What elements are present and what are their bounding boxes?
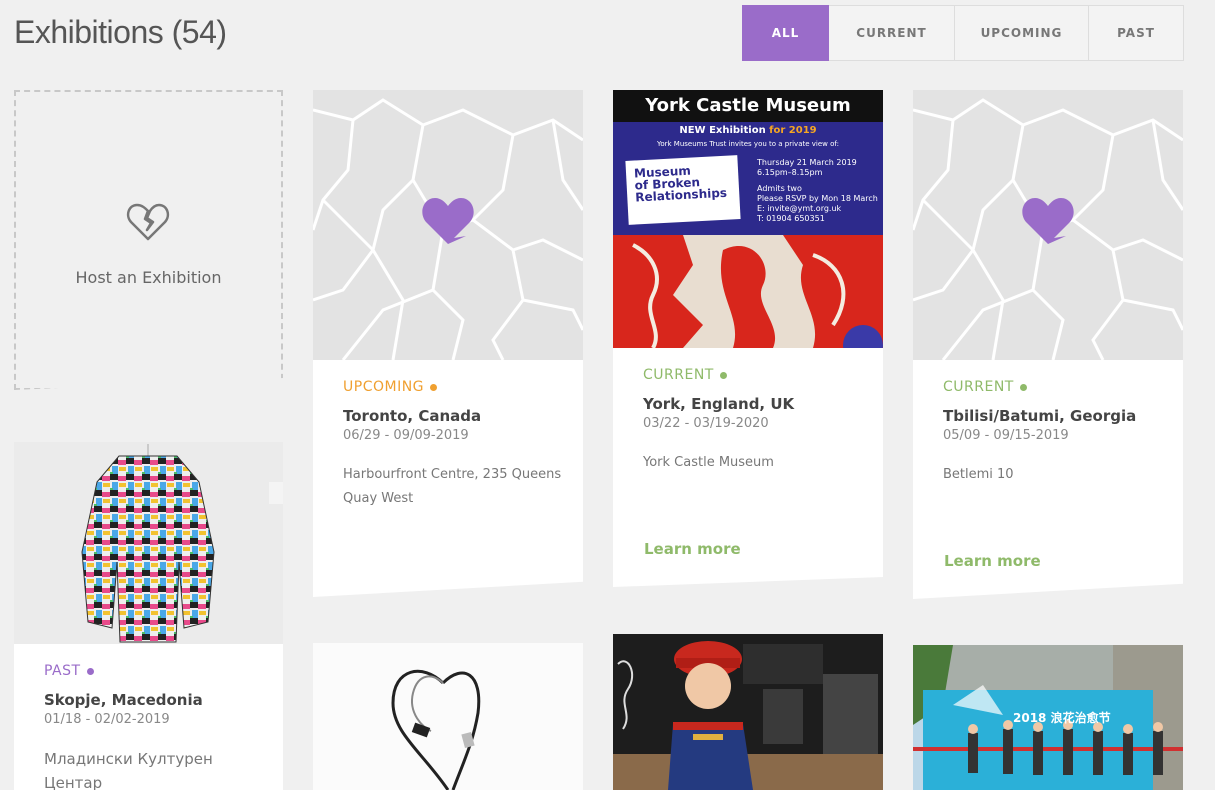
exhibition-dates: 05/09 - 09/15-2019 — [943, 428, 1069, 443]
broken-heart-icon — [126, 203, 170, 241]
page-title: Exhibitions (54) — [14, 14, 227, 50]
poster-subtitle: NEW Exhibition for 2019 — [679, 125, 817, 136]
learn-more-link[interactable]: Learn more — [644, 540, 741, 558]
poster-invite: York Museums Trust invites you to a priv… — [657, 140, 839, 148]
exhibition-venue: Harbourfront Centre, 235 Queens Quay Wes… — [343, 467, 562, 506]
exhibition-jacket-image — [14, 442, 283, 644]
filter-past-button[interactable]: PAST — [1089, 5, 1184, 61]
exhibition-venue: Младински Културен Центар — [44, 750, 213, 790]
map-placeholder — [913, 90, 1183, 360]
heart-logo-icon — [422, 198, 474, 244]
host-exhibition-label: Host an Exhibition — [75, 268, 222, 287]
exhibition-location: Tbilisi/Batumi, Georgia — [943, 407, 1137, 425]
filter-all-button[interactable]: ALL — [742, 5, 829, 61]
exhibition-dates: 06/29 - 09/09-2019 — [343, 428, 469, 443]
exhibition-filter-tabs: ALL CURRENT UPCOMING PAST — [742, 5, 1184, 61]
map-placeholder — [313, 90, 583, 360]
exhibition-card-toronto[interactable]: UPCOMING Toronto, Canada 06/29 - 09/09-2… — [313, 90, 583, 597]
exhibition-card-york[interactable]: York Castle Museum NEW Exhibition for 20… — [613, 90, 883, 587]
poster-details: Thursday 21 March 2019 6.15pm–8.15pm Adm… — [757, 158, 878, 223]
exhibition-dates: 01/18 - 02/02-2019 — [44, 712, 170, 727]
filter-current-button[interactable]: CURRENT — [829, 5, 955, 61]
festival-banner-text: 2018 浪花治愈节 — [1013, 711, 1111, 725]
status-badge: UPCOMING — [343, 379, 563, 395]
exhibition-card-skopje[interactable]: PAST Skopje, Macedonia 01/18 - 02/02-201… — [14, 442, 283, 790]
exhibition-dates: 03/22 - 03/19-2020 — [643, 416, 769, 431]
exhibition-card-cable[interactable] — [313, 643, 583, 790]
host-exhibition-card[interactable]: Host an Exhibition — [14, 90, 283, 390]
exhibition-location: York, England, UK — [643, 395, 795, 413]
exhibition-card-festival[interactable]: 2018 浪花治愈节 — [913, 645, 1183, 790]
learn-more-link[interactable]: Learn more — [944, 552, 1041, 570]
exhibition-poster-image: York Castle Museum NEW Exhibition for 20… — [613, 90, 883, 348]
poster-title: York Castle Museum — [613, 90, 883, 122]
poster-logo: Museum of Broken Relationships — [625, 155, 741, 225]
status-badge: CURRENT — [643, 367, 863, 383]
heart-logo-icon — [1022, 198, 1074, 244]
status-badge: CURRENT — [943, 379, 1163, 395]
poster-artwork — [613, 235, 883, 348]
filter-upcoming-button[interactable]: UPCOMING — [955, 5, 1089, 61]
exhibition-venue: Betlemi 10 — [943, 467, 1014, 482]
exhibition-location: Skopje, Macedonia — [44, 691, 203, 709]
exhibition-location: Toronto, Canada — [343, 407, 482, 425]
patterned-jacket-illustration — [81, 444, 283, 643]
usb-cable-heart-image — [391, 669, 481, 790]
exhibition-card-doll[interactable] — [613, 634, 883, 790]
exhibition-card-tbilisi[interactable]: CURRENT Tbilisi/Batumi, Georgia 05/09 - … — [913, 90, 1183, 599]
status-badge: PAST — [44, 663, 263, 679]
doll-exhibit-image — [613, 634, 883, 790]
exhibition-venue: York Castle Museum — [643, 455, 774, 470]
